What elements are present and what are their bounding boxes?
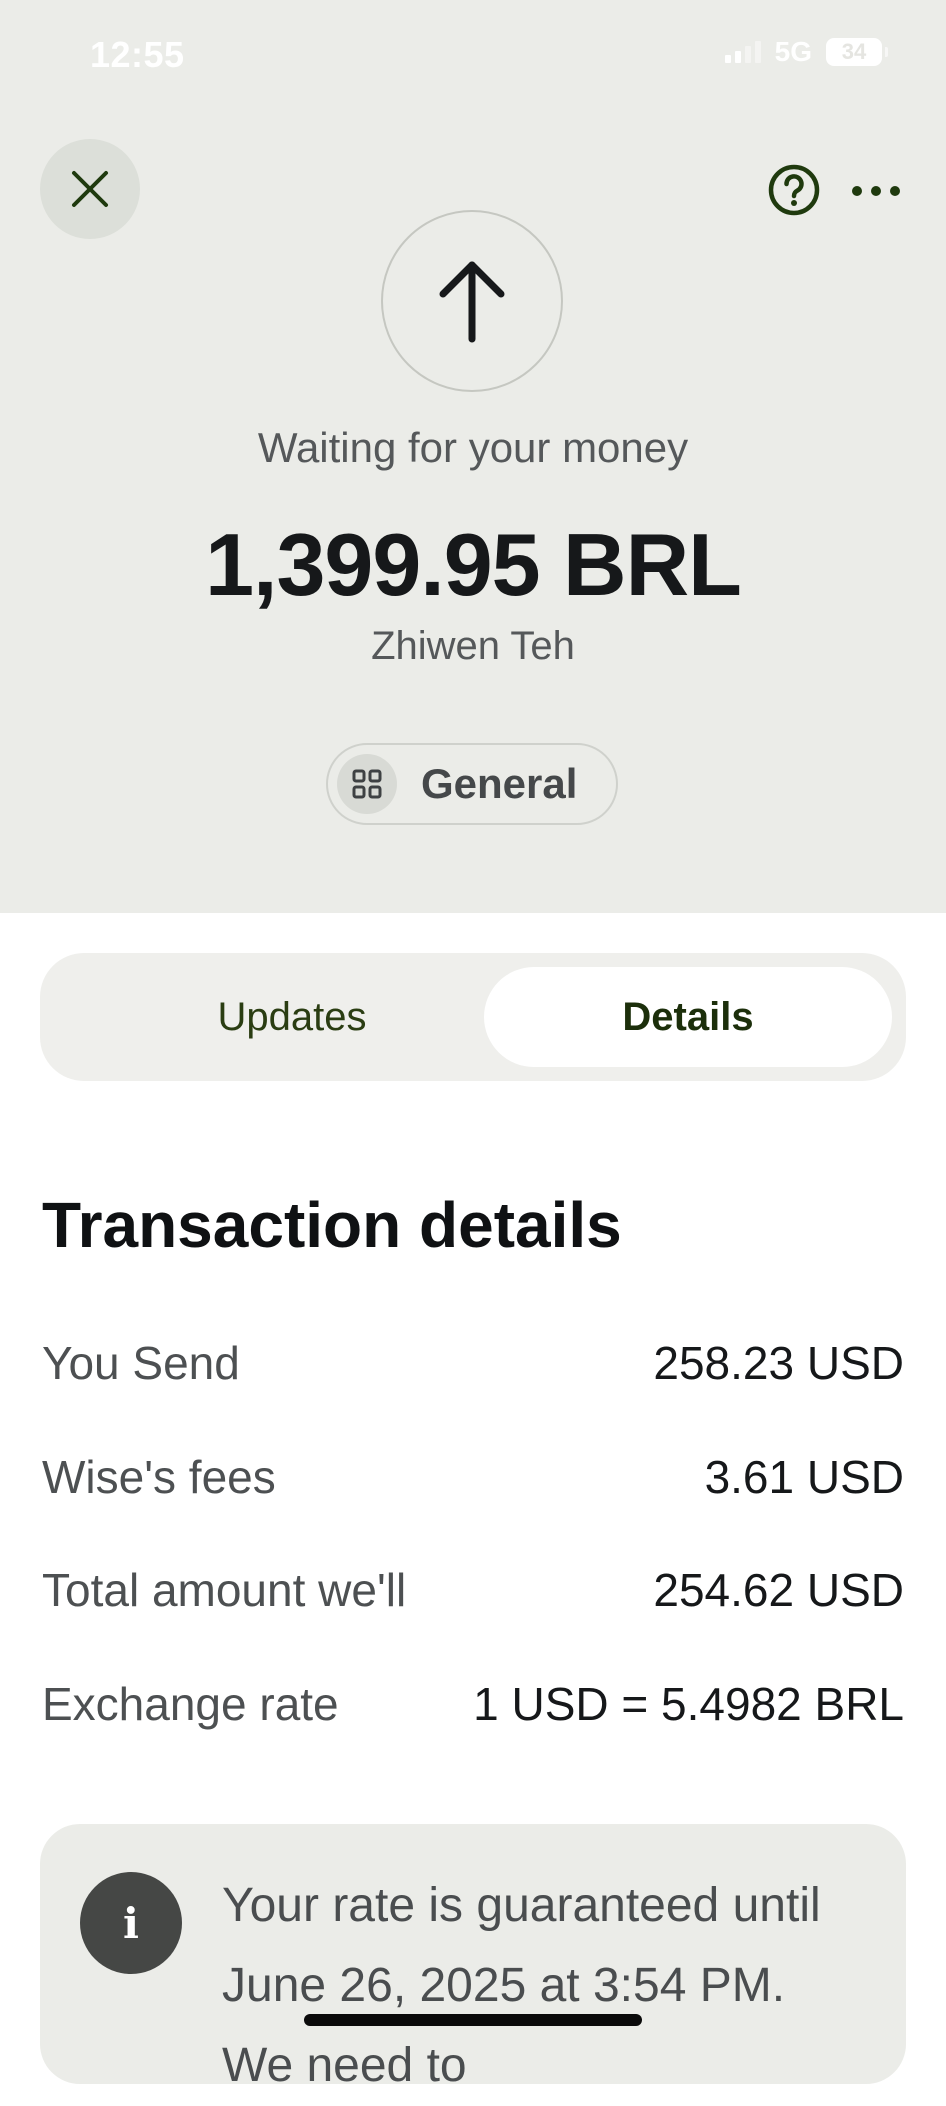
status-time: 12:55 bbox=[90, 34, 185, 75]
info-icon: i bbox=[80, 1872, 182, 1974]
detail-row-total-amount: Total amount we'll 254.62 USD bbox=[42, 1563, 904, 1623]
detail-row-you-send: You Send 258.23 USD bbox=[42, 1336, 904, 1396]
transfer-amount: 1,399.95 BRL bbox=[205, 515, 742, 614]
battery-level: 34 bbox=[841, 39, 867, 64]
tab-switcher: Updates Details bbox=[40, 953, 906, 1081]
grid-icon bbox=[337, 754, 397, 814]
category-button[interactable]: General bbox=[326, 743, 618, 825]
rate-guarantee-text: Your rate is guaranteed until June 26, 2… bbox=[222, 1879, 821, 2092]
detail-row-exchange-rate: Exchange rate 1 USD = 5.4982 BRL bbox=[42, 1677, 904, 1737]
signal-icon bbox=[724, 41, 761, 63]
transfer-status-text: Waiting for your money bbox=[257, 424, 689, 471]
category-label: General bbox=[421, 760, 578, 807]
detail-value: 254.62 USD bbox=[653, 1564, 904, 1616]
close-icon bbox=[72, 171, 108, 207]
detail-label: Total amount we'll bbox=[42, 1564, 407, 1616]
tab-updates[interactable]: Updates bbox=[88, 967, 496, 1067]
detail-value: 1 USD = 5.4982 BRL bbox=[473, 1678, 904, 1730]
status-bar-indicators: 5G 34 bbox=[724, 36, 888, 68]
transfer-status-icon-circle bbox=[381, 210, 563, 392]
close-button[interactable] bbox=[40, 139, 140, 239]
home-indicator[interactable] bbox=[304, 2014, 642, 2026]
detail-label: Exchange rate bbox=[42, 1678, 339, 1730]
more-options-button[interactable] bbox=[846, 166, 906, 216]
detail-value: 258.23 USD bbox=[653, 1337, 904, 1389]
help-circle-icon bbox=[768, 164, 820, 216]
detail-label: Wise's fees bbox=[42, 1451, 276, 1503]
detail-value: 3.61 USD bbox=[704, 1451, 904, 1503]
arrow-up-icon bbox=[439, 261, 505, 343]
transaction-details-title: Transaction details bbox=[42, 1189, 622, 1261]
help-button[interactable] bbox=[766, 162, 822, 218]
recipient-name: Zhiwen Teh bbox=[371, 624, 575, 668]
rate-guarantee-card: i Your rate is guaranteed until June 26,… bbox=[40, 1824, 906, 2092]
battery-icon: 34 bbox=[826, 38, 888, 66]
tab-details[interactable]: Details bbox=[484, 967, 892, 1067]
more-horizontal-icon bbox=[852, 186, 900, 196]
detail-label: You Send bbox=[42, 1337, 240, 1389]
network-label: 5G bbox=[774, 36, 812, 67]
detail-row-fees: Wise's fees 3.61 USD bbox=[42, 1450, 904, 1510]
